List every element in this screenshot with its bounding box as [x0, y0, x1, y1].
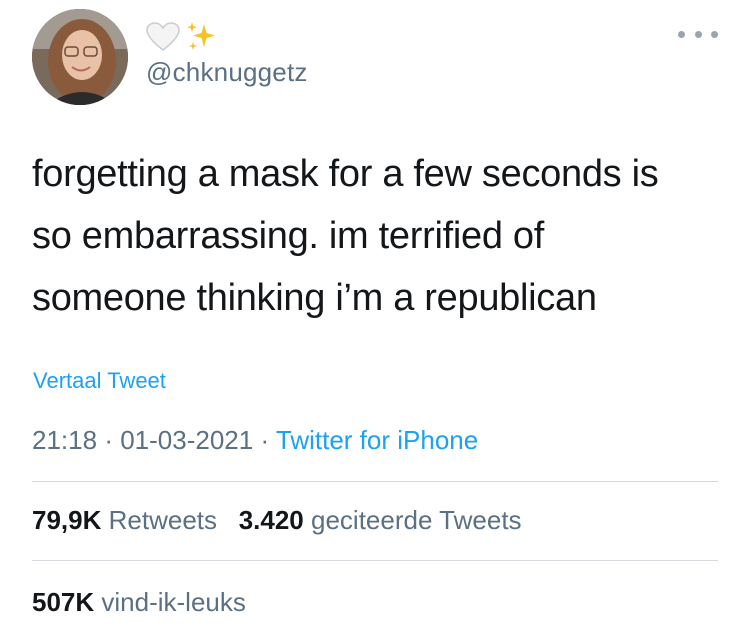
more-options-icon[interactable]	[678, 22, 718, 46]
sparkles-icon	[187, 22, 215, 50]
more-dot	[694, 30, 702, 38]
divider	[32, 560, 718, 561]
tweet-source-link[interactable]: Twitter for iPhone	[276, 425, 478, 455]
divider	[32, 481, 718, 482]
tweet-date[interactable]: 01-03-2021	[120, 425, 253, 455]
engagement-stats: 79,9K Retweets 3.420 geciteerde Tweets	[32, 503, 522, 537]
tweet-text-line: forgetting a mask for a few seconds is	[32, 153, 659, 195]
quote-tweets-count: 3.420	[238, 505, 304, 535]
user-handle[interactable]: @chknuggetz	[146, 56, 308, 88]
likes-count: 507K	[32, 587, 95, 617]
avatar-photo	[32, 9, 128, 105]
tweet-text-line: so embarrassing. im terrified of	[32, 215, 545, 257]
quote-tweets-label: geciteerde Tweets	[311, 505, 522, 535]
meta-separator: ·	[104, 425, 113, 455]
tweet-meta: 21:18 · 01-03-2021 · Twitter for iPhone	[32, 423, 478, 457]
likes-stats: 507K vind-ik-leuks	[32, 585, 246, 619]
quote-tweets-stat[interactable]: 3.420 geciteerde Tweets	[239, 505, 522, 535]
tweet-time[interactable]: 21:18	[32, 425, 97, 455]
likes-stat[interactable]: 507K vind-ik-leuks	[32, 587, 246, 617]
tweet-text: forgetting a mask for a few seconds is s…	[32, 143, 732, 329]
retweets-count: 79,9K	[32, 505, 102, 535]
meta-separator: ·	[260, 425, 270, 455]
tweet-text-line: someone thinking i’m a republican	[32, 277, 597, 319]
profile-avatar[interactable]	[32, 9, 128, 105]
translate-tweet-link[interactable]: Vertaal Tweet	[33, 367, 166, 395]
more-dot	[678, 30, 685, 38]
retweets-stat[interactable]: 79,9K Retweets	[32, 505, 217, 535]
more-dot	[711, 30, 718, 38]
likes-label: vind-ik-leuks	[101, 587, 246, 617]
white-heart-icon	[146, 22, 180, 51]
retweets-label: Retweets	[108, 505, 218, 535]
display-name[interactable]	[146, 20, 218, 54]
